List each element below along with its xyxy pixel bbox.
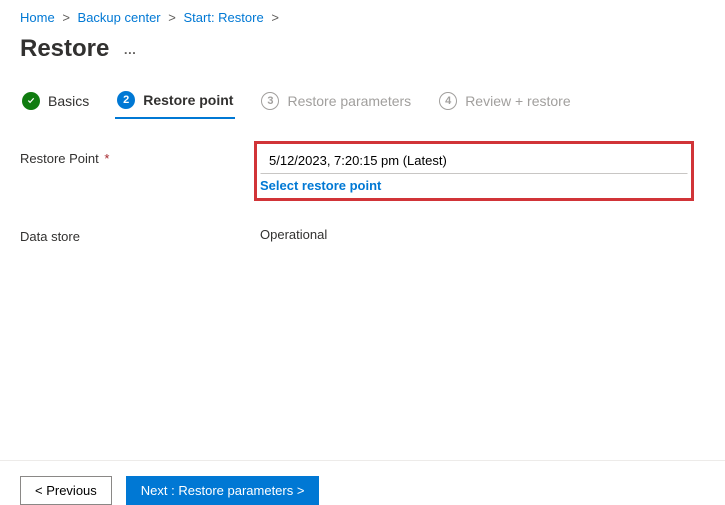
breadcrumb-item-home[interactable]: Home (20, 10, 55, 25)
tab-label: Basics (48, 93, 89, 109)
checkmark-icon (22, 92, 40, 110)
form-area: Restore Point * Select restore point Dat… (0, 119, 725, 244)
page-header: Restore … (0, 31, 725, 79)
step-number-icon: 2 (117, 91, 135, 109)
tab-label: Review + restore (465, 93, 570, 109)
tab-label: Restore parameters (287, 93, 411, 109)
previous-button[interactable]: < Previous (20, 476, 112, 505)
data-store-label: Data store (20, 225, 260, 244)
page-title: Restore (20, 35, 109, 63)
tab-restore-parameters[interactable]: 3 Restore parameters (259, 86, 413, 118)
restore-point-input[interactable] (260, 147, 688, 174)
next-button[interactable]: Next : Restore parameters > (126, 476, 320, 505)
select-restore-point-link[interactable]: Select restore point (260, 174, 381, 195)
chevron-right-icon: > (168, 10, 176, 25)
tab-review-restore[interactable]: 4 Review + restore (437, 86, 572, 118)
step-number-icon: 4 (439, 92, 457, 110)
breadcrumb: Home > Backup center > Start: Restore > (0, 0, 725, 31)
more-actions-icon[interactable]: … (123, 42, 138, 57)
tab-restore-point[interactable]: 2 Restore point (115, 85, 235, 119)
step-number-icon: 3 (261, 92, 279, 110)
highlight-callout: Select restore point (254, 141, 694, 201)
restore-point-label: Restore Point * (20, 147, 260, 166)
chevron-right-icon: > (62, 10, 70, 25)
tab-basics[interactable]: Basics (20, 86, 91, 118)
tab-label: Restore point (143, 92, 233, 108)
footer-actions: < Previous Next : Restore parameters > (0, 476, 339, 505)
breadcrumb-item-backup-center[interactable]: Backup center (78, 10, 161, 25)
data-store-value: Operational (260, 225, 705, 242)
footer-separator (0, 460, 725, 461)
field-restore-point: Restore Point * Select restore point (20, 147, 705, 201)
chevron-right-icon: > (271, 10, 279, 25)
required-indicator: * (104, 151, 109, 166)
breadcrumb-item-start-restore[interactable]: Start: Restore (183, 10, 263, 25)
field-data-store: Data store Operational (20, 225, 705, 244)
wizard-tabs: Basics 2 Restore point 3 Restore paramet… (0, 79, 725, 119)
